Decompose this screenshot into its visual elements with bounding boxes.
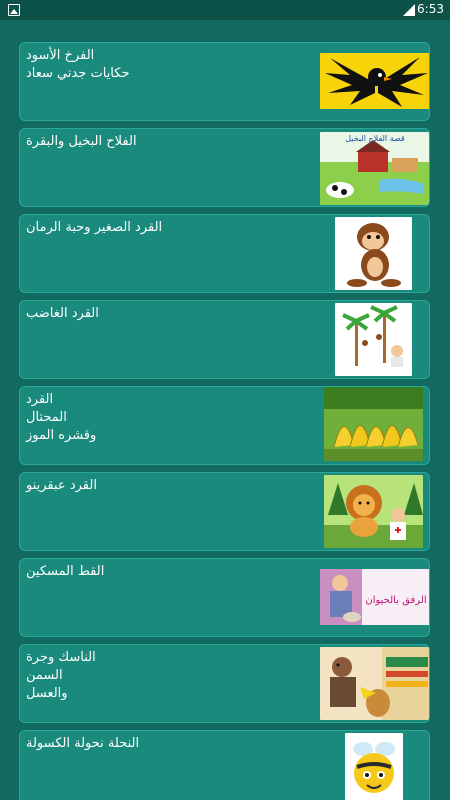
story-title: الفلاح البخيل والبقرة — [26, 134, 137, 149]
curious-monkey-image — [335, 217, 412, 290]
gallery-icon — [8, 4, 20, 16]
story-title: الفرخ الأسود حكايات جدتي سعاد — [26, 48, 130, 81]
story-card-poor-cat[interactable]: القط المسكين الرفق بالحيوان — [19, 558, 430, 637]
farm-image-caption: قصة الفلاح البخيل — [345, 134, 405, 143]
signal-icon — [403, 4, 415, 16]
story-title: النحلة نحولة الكسولة — [26, 736, 140, 751]
kindness-image-caption: الرفق بالحيوان — [365, 595, 426, 606]
story-card-black-bird[interactable]: الفرخ الأسود حكايات جدتي سعاد — [19, 42, 430, 121]
palm-trees-monkeys-image — [335, 303, 412, 376]
story-card-hermit-jar[interactable]: الناسك وجرة السمن والعسل — [19, 644, 430, 723]
animal-kindness-image: الرفق بالحيوان — [320, 569, 429, 625]
bananas-image — [324, 387, 423, 461]
story-title: القرد المحتال وقشره الموز — [26, 392, 97, 443]
story-card-little-monkey[interactable]: القرد الصغير وحبة الرمان — [19, 214, 430, 293]
black-bird-image — [320, 53, 429, 109]
lazy-bee-image — [345, 733, 403, 800]
story-card-angry-monkey[interactable]: القرد الغاضب — [19, 300, 430, 379]
status-bar: 6:53 — [0, 0, 450, 20]
hermit-jar-image — [320, 647, 429, 720]
story-card-farmer-cow[interactable]: الفلاح البخيل والبقرة قصة الفلاح البخيل — [19, 128, 430, 207]
story-list[interactable]: الفرخ الأسود حكايات جدتي سعاد الفلاح الب… — [19, 42, 430, 800]
story-title: القرد الغاضب — [26, 306, 99, 321]
story-card-trickster-monkey[interactable]: القرد المحتال وقشره الموز — [19, 386, 430, 465]
status-time: 6:53 — [417, 2, 444, 16]
farm-cow-image: قصة الفلاح البخيل — [320, 132, 429, 205]
lion-doctor-image — [324, 475, 423, 548]
story-title: القط المسكين — [26, 564, 105, 579]
story-title: الناسك وجرة السمن والعسل — [26, 650, 96, 701]
story-title: القرد الصغير وحبة الرمان — [26, 220, 163, 235]
story-title: القرد عبقرينو — [26, 478, 97, 493]
story-card-genius-monkey[interactable]: القرد عبقرينو — [19, 472, 430, 551]
story-card-lazy-bee[interactable]: النحلة نحولة الكسولة — [19, 730, 430, 800]
